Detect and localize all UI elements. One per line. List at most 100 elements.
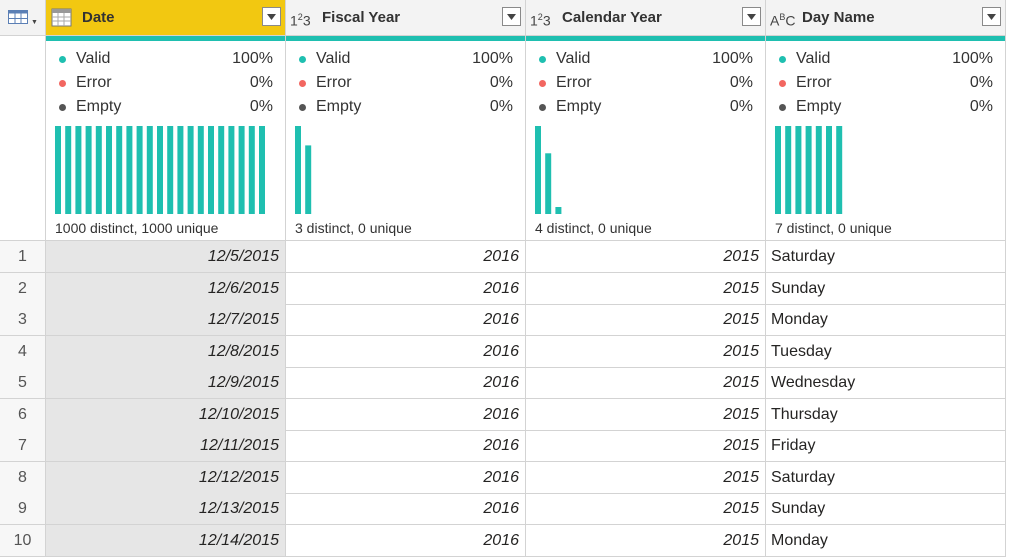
row-number[interactable]: 3 — [0, 304, 46, 336]
error-percent: 0% — [729, 74, 753, 91]
error-dot-icon — [299, 80, 306, 87]
cell-date[interactable]: 12/14/2015 — [46, 525, 286, 557]
histogram-bar[interactable] — [535, 126, 541, 214]
cell-day-name[interactable]: Tuesday — [766, 336, 1006, 368]
histogram-bar[interactable] — [555, 207, 562, 214]
cell-date[interactable]: 12/9/2015 — [46, 367, 286, 399]
cell-calendar-year[interactable]: 2015 — [526, 273, 766, 305]
cell-fiscal-year[interactable]: 2016 — [286, 399, 526, 431]
histogram-bar[interactable] — [248, 126, 255, 214]
cell-calendar-year[interactable]: 2015 — [526, 304, 766, 336]
histogram-bar[interactable] — [197, 126, 204, 214]
chevron-down-icon — [267, 14, 276, 20]
histogram-bar[interactable] — [545, 153, 552, 214]
histogram-bar[interactable] — [116, 126, 123, 214]
cell-date[interactable]: 12/8/2015 — [46, 336, 286, 368]
histogram-bar[interactable] — [136, 126, 143, 214]
chevron-down-icon: ▼ — [31, 19, 38, 26]
calendar-icon — [51, 8, 72, 27]
row-number[interactable]: 6 — [0, 399, 46, 431]
column-header-date[interactable]: Date — [46, 0, 286, 36]
cell-fiscal-year[interactable]: 2016 — [286, 430, 526, 462]
histogram-bar[interactable] — [259, 126, 265, 214]
cell-calendar-year[interactable]: 2015 — [526, 430, 766, 462]
column-header-calendar-year[interactable]: 123 Calendar Year — [526, 0, 766, 36]
column-filter-button[interactable] — [742, 7, 761, 26]
cell-day-name[interactable]: Saturday — [766, 241, 1006, 273]
cell-calendar-year[interactable]: 2015 — [526, 241, 766, 273]
row-number[interactable]: 7 — [0, 430, 46, 462]
cell-day-name[interactable]: Thursday — [766, 399, 1006, 431]
histogram-bar[interactable] — [238, 126, 245, 214]
row-number[interactable]: 4 — [0, 336, 46, 368]
cell-day-name[interactable]: Sunday — [766, 273, 1006, 305]
cell-day-name[interactable]: Monday — [766, 525, 1006, 557]
cell-fiscal-year[interactable]: 2016 — [286, 241, 526, 273]
column-header-day-name[interactable]: ABC Day Name — [766, 0, 1006, 36]
cell-fiscal-year[interactable]: 2016 — [286, 462, 526, 494]
quality-bar — [46, 36, 285, 41]
histogram-bar[interactable] — [815, 126, 822, 214]
cell-fiscal-year[interactable]: 2016 — [286, 336, 526, 368]
cell-day-name[interactable]: Friday — [766, 430, 1006, 462]
cell-day-name[interactable]: Saturday — [766, 462, 1006, 494]
histogram-bar[interactable] — [146, 126, 153, 214]
cell-fiscal-year[interactable]: 2016 — [286, 525, 526, 557]
cell-day-name[interactable]: Wednesday — [766, 367, 1006, 399]
cell-date[interactable]: 12/5/2015 — [46, 241, 286, 273]
column-filter-button[interactable] — [502, 7, 521, 26]
row-number[interactable]: 1 — [0, 241, 46, 273]
histogram-bar[interactable] — [785, 126, 792, 214]
histogram-bar[interactable] — [55, 126, 61, 214]
histogram-bar[interactable] — [305, 145, 312, 214]
histogram-bar[interactable] — [218, 126, 225, 214]
histogram-bar[interactable] — [826, 126, 832, 214]
row-number[interactable]: 9 — [0, 493, 46, 525]
cell-fiscal-year[interactable]: 2016 — [286, 273, 526, 305]
cell-calendar-year[interactable]: 2015 — [526, 399, 766, 431]
cell-date[interactable]: 12/6/2015 — [46, 273, 286, 305]
cell-fiscal-year[interactable]: 2016 — [286, 304, 526, 336]
cell-calendar-year[interactable]: 2015 — [526, 493, 766, 525]
histogram-bar[interactable] — [228, 126, 235, 214]
cell-calendar-year[interactable]: 2015 — [526, 462, 766, 494]
histogram-bar[interactable] — [775, 126, 781, 214]
column-header-fiscal-year[interactable]: 123 Fiscal Year — [286, 0, 526, 36]
cell-date[interactable]: 12/13/2015 — [46, 493, 286, 525]
histogram-bar[interactable] — [157, 126, 163, 214]
row-number[interactable]: 10 — [0, 525, 46, 557]
cell-day-name[interactable]: Monday — [766, 304, 1006, 336]
cell-date[interactable]: 12/11/2015 — [46, 430, 286, 462]
histogram-bar[interactable] — [65, 126, 72, 214]
cell-calendar-year[interactable]: 2015 — [526, 525, 766, 557]
histogram-bar[interactable] — [836, 126, 843, 214]
histogram-bar[interactable] — [295, 126, 301, 214]
empty-dot-icon — [779, 104, 786, 111]
table-menu-button[interactable]: ▼ — [0, 0, 46, 36]
cell-date[interactable]: 12/12/2015 — [46, 462, 286, 494]
row-number[interactable]: 8 — [0, 462, 46, 494]
cell-fiscal-year[interactable]: 2016 — [286, 493, 526, 525]
histogram-bar[interactable] — [177, 126, 184, 214]
histogram-bar[interactable] — [805, 126, 812, 214]
cell-date[interactable]: 12/10/2015 — [46, 399, 286, 431]
histogram-bar[interactable] — [187, 126, 194, 214]
row-number[interactable]: 2 — [0, 273, 46, 305]
histogram-bar[interactable] — [85, 126, 92, 214]
cell-fiscal-year[interactable]: 2016 — [286, 367, 526, 399]
cell-day-name[interactable]: Sunday — [766, 493, 1006, 525]
cell-date[interactable]: 12/7/2015 — [46, 304, 286, 336]
histogram-bar[interactable] — [95, 126, 102, 214]
column-filter-button[interactable] — [982, 7, 1001, 26]
cell-calendar-year[interactable]: 2015 — [526, 367, 766, 399]
histogram-bar[interactable] — [208, 126, 214, 214]
histogram-bar[interactable] — [126, 126, 133, 214]
column-quality-profile: Valid 100% Error 0% Empty 0% 1000 distin… — [46, 36, 286, 241]
histogram-bar[interactable] — [167, 126, 174, 214]
histogram-bar[interactable] — [75, 126, 82, 214]
histogram-bar[interactable] — [106, 126, 112, 214]
cell-calendar-year[interactable]: 2015 — [526, 336, 766, 368]
column-filter-button[interactable] — [262, 7, 281, 26]
histogram-bar[interactable] — [795, 126, 802, 214]
row-number[interactable]: 5 — [0, 367, 46, 399]
